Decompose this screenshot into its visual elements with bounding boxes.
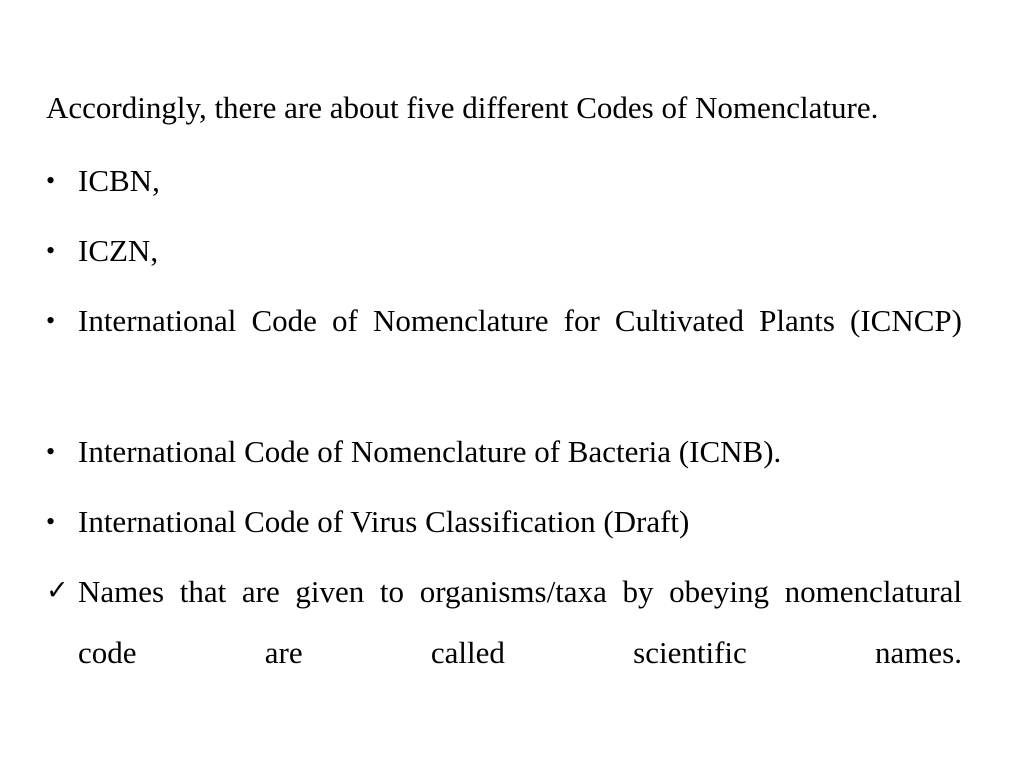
check-mark-icon: ✓ (46, 575, 69, 606)
list-item-label: International Code of Nomenclature for C… (78, 303, 962, 338)
list-item-label: ICBN, (78, 163, 160, 198)
bullet-dot-icon: • (46, 166, 56, 195)
bullet-dot-icon: • (46, 437, 56, 466)
list-item: • International Code of Nomenclature for… (46, 290, 962, 412)
bullet-dot-icon: • (46, 507, 56, 536)
list-item: ✓ Names that are given to organisms/taxa… (46, 561, 962, 744)
list-item: • ICZN, (46, 220, 962, 281)
intro-paragraph: Accordingly, there are about five differ… (46, 90, 879, 125)
slide-canvas: Accordingly, there are about five differ… (0, 0, 1024, 768)
bullet-dot-icon: • (46, 306, 56, 335)
list-item-label: International Code of Nomenclature of Ba… (78, 434, 782, 469)
list-item: • International Code of Nomenclature of … (46, 421, 962, 482)
list-item: • ICBN, (46, 150, 962, 211)
bullet-dot-icon: • (46, 236, 56, 265)
list-item: • International Code of Virus Classifica… (46, 491, 962, 552)
codes-bullet-list: • ICBN, • ICZN, • International Code of … (46, 150, 962, 744)
slide-content: Accordingly, there are about five differ… (46, 86, 962, 744)
list-item-label: Names that are given to organisms/taxa b… (78, 574, 962, 670)
list-item-label: International Code of Virus Classificati… (78, 504, 690, 539)
list-item-label: ICZN, (78, 233, 159, 268)
